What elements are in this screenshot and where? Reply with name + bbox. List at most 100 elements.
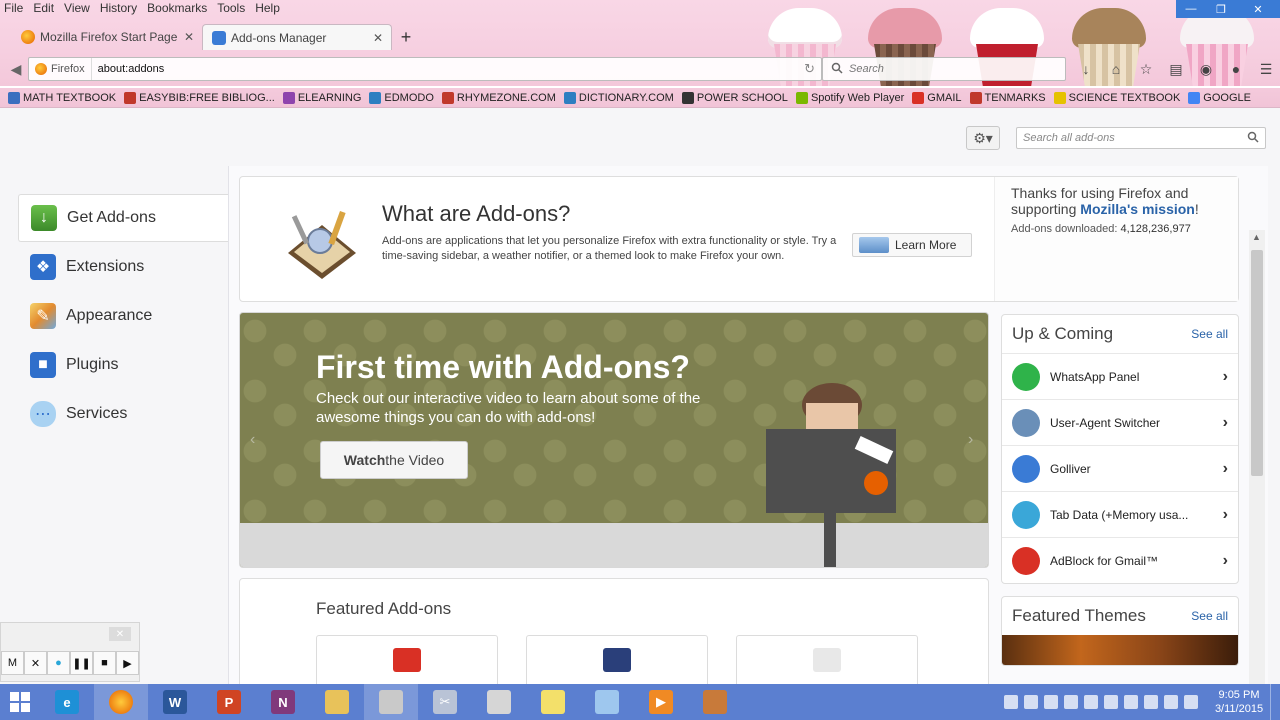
tray-app-icon[interactable] [1004, 695, 1018, 709]
next-slide-icon[interactable]: › [968, 431, 973, 449]
see-all-link[interactable]: See all [1191, 609, 1228, 623]
close-tab-icon[interactable]: ✕ [184, 30, 194, 44]
site-identity[interactable]: Firefox [29, 58, 92, 80]
tray-app-icon[interactable] [1024, 695, 1038, 709]
play-button[interactable]: ▶ [116, 651, 139, 675]
media-player-taskbar-icon[interactable]: ▶ [634, 684, 688, 720]
bookmark-item[interactable]: RHYMEZONE.COM [438, 91, 560, 104]
gear-icon[interactable]: ⚙▾ [966, 126, 1000, 150]
vertical-scrollbar[interactable]: ▲ ▼ [1249, 230, 1265, 684]
bookmark-item[interactable]: GOOGLE [1184, 91, 1255, 104]
snipping-tool-taskbar-icon[interactable]: ✂ [418, 684, 472, 720]
close-icon[interactable]: ✕ [109, 627, 131, 641]
up-and-coming-item[interactable]: User-Agent Switcher › [1002, 399, 1238, 445]
bookmark-item[interactable]: POWER SCHOOL [678, 91, 792, 104]
bookmarks-menu-icon[interactable]: ▤ [1166, 59, 1186, 79]
bookmark-item[interactable]: TENMARKS [966, 91, 1050, 104]
pause-button[interactable]: ❚❚ [70, 651, 93, 675]
category-services[interactable]: ⋯ Services [18, 390, 230, 438]
tab-addons-manager[interactable]: Add-ons Manager ✕ [202, 24, 392, 50]
show-desktop-button[interactable] [1270, 684, 1280, 720]
prev-slide-icon[interactable]: ‹ [250, 431, 255, 449]
flag-icon[interactable] [1124, 695, 1138, 709]
stop-button[interactable]: ■ [93, 651, 116, 675]
start-button[interactable] [0, 684, 40, 720]
close-window-button[interactable]: ✕ [1236, 0, 1280, 18]
tray-app-icon[interactable] [1044, 695, 1058, 709]
up-and-coming-item[interactable]: Tab Data (+Memory usa... › [1002, 491, 1238, 537]
watch-video-button[interactable]: Watch the Video [320, 441, 468, 479]
bookmark-item[interactable]: GMAIL [908, 91, 965, 104]
scroll-up-icon[interactable]: ▲ [1252, 232, 1261, 242]
tools-taskbar-icon[interactable] [364, 684, 418, 720]
internet-explorer-taskbar-icon[interactable]: e [40, 684, 94, 720]
up-and-coming-item[interactable]: WhatsApp Panel › [1002, 353, 1238, 399]
home-icon[interactable]: ⌂ [1106, 59, 1126, 79]
powerpoint-taskbar-icon[interactable]: P [202, 684, 256, 720]
word-taskbar-icon[interactable]: W [148, 684, 202, 720]
bookmark-item[interactable]: SCIENCE TEXTBOOK [1050, 91, 1185, 104]
featured-addon-card[interactable] [526, 635, 708, 684]
category-extensions[interactable]: ❖ Extensions [18, 243, 230, 291]
hamburger-menu-icon[interactable]: ☰ [1256, 59, 1276, 79]
menu-edit[interactable]: Edit [29, 0, 60, 16]
mozilla-mission-link[interactable]: Mozilla's mission [1080, 201, 1195, 217]
menu-bookmarks[interactable]: Bookmarks [143, 0, 213, 16]
menu-file[interactable]: File [0, 0, 29, 16]
close-tab-icon[interactable]: ✕ [373, 31, 383, 45]
calculator-taskbar-icon[interactable] [472, 684, 526, 720]
firefox-taskbar-icon[interactable] [94, 684, 148, 720]
featured-addon-card[interactable] [736, 635, 918, 684]
bookmark-item[interactable]: DICTIONARY.COM [560, 91, 678, 104]
new-tab-button[interactable]: + [392, 24, 420, 50]
battery-icon[interactable] [1144, 695, 1158, 709]
close-button[interactable]: ✕ [24, 651, 47, 675]
bookmark-item[interactable]: EASYBIB:FREE BIBLIOG... [120, 91, 279, 104]
tab-start-page[interactable]: Mozilla Firefox Start Page ✕ [12, 24, 202, 50]
record-button[interactable]: ● [47, 651, 70, 675]
menu-view[interactable]: View [60, 0, 96, 16]
chrome-extension-icon[interactable]: ◉ [1196, 59, 1216, 79]
volume-icon[interactable] [1184, 695, 1198, 709]
theme-preview[interactable] [1002, 635, 1238, 665]
bookmark-item[interactable]: MATH TEXTBOOK [4, 91, 120, 104]
maximize-button[interactable]: ❐ [1206, 0, 1236, 18]
bookmark-item[interactable]: EDMODO [365, 91, 438, 104]
bookmark-label: EASYBIB:FREE BIBLIOG... [139, 91, 275, 104]
menu-help[interactable]: Help [251, 0, 286, 16]
pocket-icon[interactable]: ● [1226, 59, 1246, 79]
reload-icon[interactable]: ↻ [804, 61, 815, 77]
menu-history[interactable]: History [96, 0, 143, 16]
bookmark-item[interactable]: ELEARNING [279, 91, 366, 104]
url-text[interactable]: about:addons [92, 63, 165, 75]
bookmark-star-icon[interactable]: ☆ [1136, 59, 1156, 79]
clock[interactable]: 9:05 PM 3/11/2015 [1208, 688, 1270, 716]
minimize-button[interactable]: — [1176, 0, 1206, 18]
download-icon[interactable]: ↓ [1076, 59, 1096, 79]
tray-app-icon[interactable] [1084, 695, 1098, 709]
notepad-taskbar-icon[interactable] [580, 684, 634, 720]
bluetooth-icon[interactable] [1064, 695, 1078, 709]
sticky-notes-taskbar-icon[interactable] [526, 684, 580, 720]
up-and-coming-item[interactable]: AdBlock for Gmail™ › [1002, 537, 1238, 583]
learn-more-button[interactable]: Learn More [852, 233, 972, 257]
file-explorer-taskbar-icon[interactable] [310, 684, 364, 720]
recorder-taskbar-icon[interactable] [688, 684, 742, 720]
category-plugins[interactable]: ■ Plugins [18, 341, 230, 389]
scroll-thumb[interactable] [1251, 250, 1263, 476]
onenote-taskbar-icon[interactable]: N [256, 684, 310, 720]
category-appearance[interactable]: ✎ Appearance [18, 292, 230, 340]
featured-addon-card[interactable] [316, 635, 498, 684]
network-icon[interactable] [1164, 695, 1178, 709]
url-bar[interactable]: Firefox about:addons ↻ [28, 57, 822, 81]
back-button[interactable]: ◀ [5, 58, 27, 80]
search-bar[interactable]: Search [822, 57, 1066, 81]
menu-tools[interactable]: Tools [213, 0, 251, 16]
tray-app-icon[interactable] [1104, 695, 1118, 709]
mute-button[interactable]: M [1, 651, 24, 675]
see-all-link[interactable]: See all [1191, 327, 1228, 341]
up-and-coming-item[interactable]: Golliver › [1002, 445, 1238, 491]
addons-search-input[interactable]: Search all add-ons [1016, 127, 1266, 149]
category-get-addons[interactable]: ↓ Get Add-ons [18, 194, 230, 242]
bookmark-item[interactable]: Spotify Web Player [792, 91, 908, 104]
